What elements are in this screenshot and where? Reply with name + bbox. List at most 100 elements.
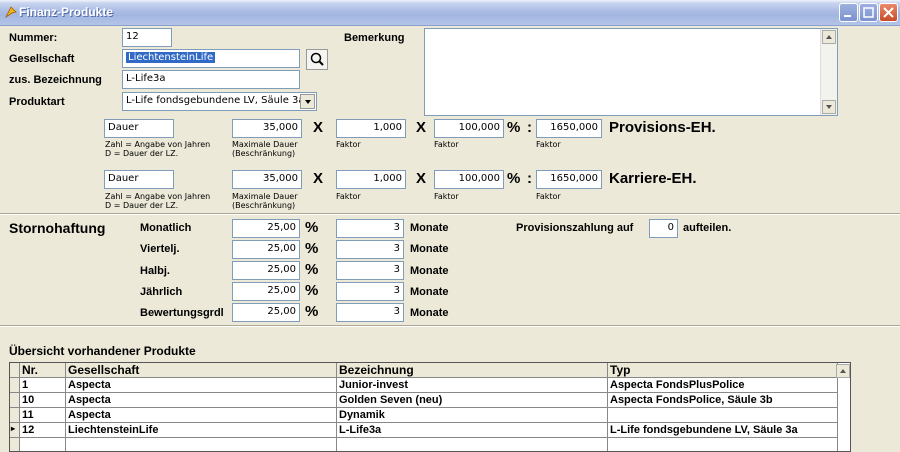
cell-typ [608,408,838,423]
nummer-field[interactable]: 12 [122,28,172,47]
zus-bezeichnung-field[interactable]: L-Life3a [122,70,300,89]
cell-bezeichnung [337,438,608,451]
storno-title: Stornohaftung [9,220,106,236]
cell-nr: 1 [20,378,66,393]
row-indicator [10,393,20,408]
storno-label-2: Halbj. [140,265,170,277]
storno-months-label-0: Monate [410,222,449,234]
title-bar[interactable]: Finanz-Produkte [0,0,900,26]
provision-max-field[interactable]: 35,000 [232,119,302,138]
bemerkung-textarea[interactable] [424,28,838,116]
storno-percent-4[interactable]: 25,00 [232,303,300,322]
storno-months-label-1: Monate [410,243,449,255]
gesellschaft-value: LiechtensteinLife [126,52,216,63]
col-header-gesellschaft[interactable]: Gesellschaft [66,363,337,378]
cell-bezeichnung: Golden Seven (neu) [337,393,608,408]
provision-result-field[interactable]: 1650,000 [536,119,602,138]
storno-percent-3[interactable]: 25,00 [232,282,300,301]
storno-months-4[interactable]: 3 [336,303,404,322]
storno-percent-sign-3: % [305,282,319,299]
products-grid[interactable]: Nr. Gesellschaft Bezeichnung Typ 1 Aspec… [9,362,851,452]
grid-scrollbar[interactable] [836,363,850,451]
cell-bezeichnung: Junior-invest [337,378,608,393]
provisionszahlung-suffix: aufteilen. [683,222,732,234]
cell-gesellschaft: Aspecta [66,408,337,423]
storno-percent-1[interactable]: 25,00 [232,240,300,259]
provisionszahlung-field[interactable]: 0 [649,219,678,238]
gesellschaft-field[interactable]: LiechtensteinLife [122,49,300,68]
storno-percent-sign-1: % [305,240,319,257]
produktart-value: L-Life fondsgebundene LV, Säule 3a [126,95,305,106]
row-indicator [10,438,20,451]
storno-label-4: Bewertungsgrdl [140,307,224,319]
overview-title: Übersicht vorhandener Produkte [9,344,196,358]
karriere-faktor2-field[interactable]: 100,000 [434,170,504,189]
provision-colon: : [527,119,532,136]
provision-faktor1-field[interactable]: 1,000 [336,119,406,138]
storno-months-label-3: Monate [410,286,449,298]
karriere-multiply-1: X [313,170,324,187]
cell-typ: Aspecta FondsPlusPolice [608,378,838,393]
karriere-max-label-2: (Beschränkung) [232,201,296,210]
storno-percent-sign-2: % [305,261,319,278]
current-row-marker: ▸ [10,423,20,438]
provision-dauer-field[interactable]: Dauer [104,119,174,138]
cell-nr [20,438,66,451]
maximize-button[interactable] [859,3,878,22]
separator-2 [0,325,900,327]
storno-months-label-2: Monate [410,265,449,277]
storno-months-3[interactable]: 3 [336,282,404,301]
provision-title: Provisions-EH. [609,119,716,136]
karriere-multiply-2: X [416,170,427,187]
window-title: Finanz-Produkte [19,5,114,19]
karriere-dauer-field[interactable]: Dauer [104,170,174,189]
karriere-result-field[interactable]: 1650,000 [536,170,602,189]
storno-months-1[interactable]: 3 [336,240,404,259]
cell-bezeichnung: Dynamik [337,408,608,423]
karriere-faktor-label-1: Faktor [336,192,361,201]
provisionszahlung-label: Provisionszahlung auf [516,222,634,234]
gesellschaft-label: Gesellschaft [9,53,75,65]
storno-months-2[interactable]: 3 [336,261,404,280]
row-indicator [10,408,20,423]
col-header-nr[interactable]: Nr. [20,363,66,378]
provision-faktor-label-2: Faktor [434,140,459,149]
scroll-up-icon[interactable] [836,364,850,378]
row-indicator-header [10,363,20,378]
storno-months-0[interactable]: 3 [336,219,404,238]
storno-percent-2[interactable]: 25,00 [232,261,300,280]
scroll-up-icon[interactable] [822,30,836,44]
produktart-dropdown[interactable]: L-Life fondsgebundene LV, Säule 3a [122,92,317,111]
app-icon [4,6,17,19]
karriere-max-field[interactable]: 35,000 [232,170,302,189]
cell-gesellschaft: LiechtensteinLife [66,423,337,438]
karriere-faktor1-field[interactable]: 1,000 [336,170,406,189]
karriere-max-label-1: Maximale Dauer [232,192,298,201]
provision-max-label-1: Maximale Dauer [232,140,298,149]
table-row[interactable]: 11 Aspecta Dynamik [10,408,850,423]
scroll-down-icon[interactable] [822,100,836,114]
karriere-faktor-label-2: Faktor [434,192,459,201]
table-row[interactable]: 10 Aspecta Golden Seven (neu) Aspecta Fo… [10,393,850,408]
provision-faktor2-field[interactable]: 100,000 [434,119,504,138]
minimize-icon [844,15,851,17]
table-row[interactable]: ▸ 12 LiechtensteinLife L-Life3a L-Life f… [10,423,850,438]
close-button[interactable] [879,3,898,22]
cell-nr: 10 [20,393,66,408]
minimize-button[interactable] [839,3,858,22]
karriere-help-1: Zahl = Angabe von Jahren [105,192,211,201]
cell-gesellschaft: Aspecta [66,393,337,408]
bemerkung-label: Bemerkung [344,32,405,44]
col-header-typ[interactable]: Typ [608,363,838,378]
storno-percent-0[interactable]: 25,00 [232,219,300,238]
chevron-down-icon[interactable] [300,94,315,109]
col-header-bezeichnung[interactable]: Bezeichnung [337,363,608,378]
storno-months-label-4: Monate [410,307,449,319]
table-row[interactable]: 1 Aspecta Junior-invest Aspecta FondsPlu… [10,378,850,393]
magnifier-icon [310,52,324,66]
table-row-partial[interactable] [10,438,850,451]
bemerkung-scrollbar[interactable] [820,29,837,115]
karriere-help-2: D = Dauer der LZ. [105,201,179,210]
provision-multiply-1: X [313,119,324,136]
search-button[interactable] [306,49,328,70]
